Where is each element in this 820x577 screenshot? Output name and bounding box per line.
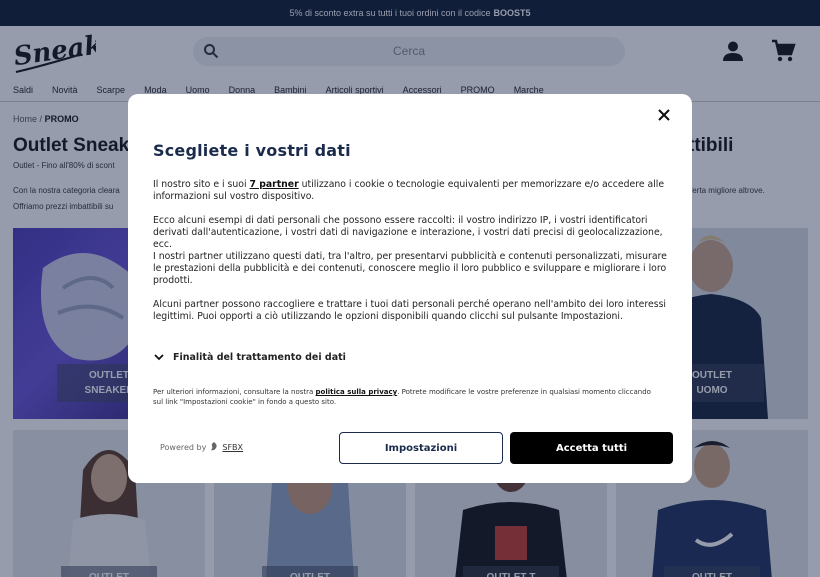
partners-link[interactable]: 7 partner (250, 179, 299, 190)
accept-all-button[interactable]: Accetta tutti (510, 432, 673, 464)
dialog-body: Il nostro sito e i suoi 7 partner utiliz… (153, 179, 671, 335)
dialog-paragraph-4: Alcuni partner possono raccogliere e tra… (153, 299, 667, 322)
cookie-consent-dialog: Scegliete i vostri dati Il nostro sito e… (128, 94, 692, 483)
purposes-toggle[interactable]: Finalità del trattamento dei dati (153, 351, 346, 363)
powered-by-label: Powered by (160, 442, 207, 452)
footnote-text-before: Per ulteriori informazioni, consultare l… (153, 388, 316, 396)
privacy-footnote: Per ulteriori informazioni, consultare l… (153, 387, 653, 407)
dialog-title: Scegliete i vostri dati (153, 141, 351, 160)
privacy-policy-link[interactable]: politica sulla privacy (316, 388, 398, 396)
close-icon[interactable] (656, 107, 672, 123)
p1-text-before: Il nostro sito e i suoi (153, 179, 250, 190)
purposes-label: Finalità del trattamento dei dati (173, 351, 346, 363)
sfbx-link[interactable]: SFBX (222, 443, 243, 452)
dialog-paragraph-3: I nostri partner utilizzano questi dati,… (153, 251, 667, 286)
powered-by: Powered by SFBX (160, 442, 243, 452)
sfbx-logo-icon (211, 442, 218, 451)
chevron-down-icon (154, 354, 164, 361)
dialog-paragraph-1: Il nostro sito e i suoi 7 partner utiliz… (153, 179, 671, 203)
dialog-paragraph-2: Ecco alcuni esempi di dati personali che… (153, 215, 663, 250)
settings-button[interactable]: Impostazioni (339, 432, 503, 464)
